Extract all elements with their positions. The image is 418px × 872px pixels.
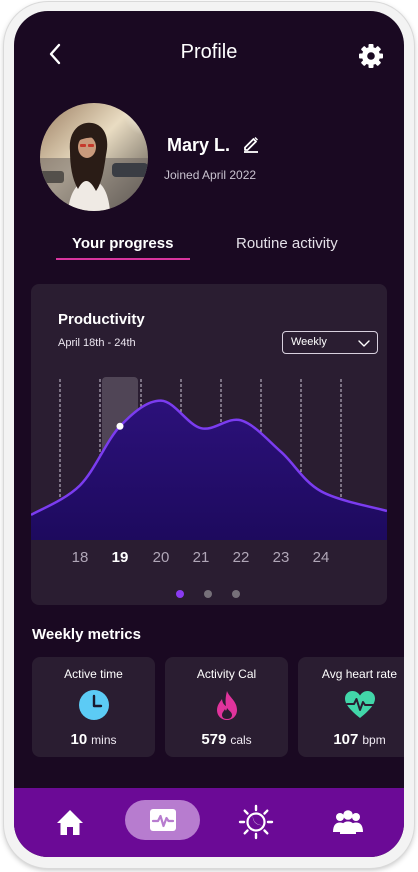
data-point-22 xyxy=(239,418,243,422)
data-point-24 xyxy=(319,489,323,493)
bottom-nav xyxy=(14,788,404,857)
metric-card-avg-heart-rate[interactable]: Avg heart rate 107 bpm xyxy=(298,657,404,757)
metric-number: 107 xyxy=(333,731,359,748)
avatar[interactable] xyxy=(40,103,148,211)
nav-home[interactable] xyxy=(50,802,90,842)
pager-dot-3[interactable] xyxy=(232,590,240,598)
tab-routine-activity[interactable]: Routine activity xyxy=(236,235,338,252)
productivity-chart xyxy=(31,377,387,540)
metric-unit: bpm xyxy=(362,733,386,747)
metric-number: 579 xyxy=(201,731,227,748)
metric-value-avg-heart-rate: 107 bpm xyxy=(298,731,404,748)
user-name: Mary L. xyxy=(167,135,231,155)
data-point-20 xyxy=(159,399,163,403)
activity-icon xyxy=(150,809,176,831)
heart-pulse-icon xyxy=(345,691,375,718)
pager-dot-1[interactable] xyxy=(176,590,184,598)
day-label-20[interactable]: 20 xyxy=(143,549,179,566)
productivity-title: Productivity xyxy=(58,311,145,328)
tab-your-progress[interactable]: Your progress xyxy=(72,235,173,252)
day-label-22[interactable]: 22 xyxy=(223,549,259,566)
metric-unit: mins xyxy=(91,733,117,747)
metric-label: Avg heart rate xyxy=(321,667,398,681)
chevron-down-icon xyxy=(358,340,370,347)
metric-number: 10 xyxy=(70,731,88,748)
page-title: Profile xyxy=(180,41,238,63)
period-dropdown[interactable]: Weekly xyxy=(282,331,378,354)
day-label-23[interactable]: 23 xyxy=(263,549,299,566)
metric-unit: cals xyxy=(230,733,252,747)
avatar-photo xyxy=(40,103,148,211)
pager-dot-2[interactable] xyxy=(204,590,212,598)
joined-date: Joined April 2022 xyxy=(164,168,257,182)
flame-icon xyxy=(217,691,237,720)
nav-community[interactable] xyxy=(328,802,368,842)
metric-card-active-time[interactable]: Active time 10 mins xyxy=(32,657,155,757)
edit-profile-button[interactable] xyxy=(242,135,260,153)
active-tab-indicator xyxy=(56,258,190,260)
metric-card-activity-cal[interactable]: Activity Cal 579 cals xyxy=(165,657,288,757)
period-dropdown-value: Weekly xyxy=(291,336,327,348)
home-icon xyxy=(57,810,83,835)
metric-label: Active time xyxy=(64,667,123,681)
top-bar: Profile xyxy=(14,11,404,97)
selected-point-marker xyxy=(116,422,124,430)
metric-value-activity-cal: 579 cals xyxy=(165,731,288,748)
day-label-21[interactable]: 21 xyxy=(183,549,219,566)
nav-activity[interactable] xyxy=(125,800,200,840)
nav-sleep[interactable] xyxy=(236,802,276,842)
metric-value-active-time: 10 mins xyxy=(32,731,155,748)
productivity-date-range: April 18th - 24th xyxy=(58,337,136,349)
settings-button[interactable] xyxy=(358,43,384,69)
app-screen: Profile Mary L. Joined April 2022 Your p… xyxy=(14,11,404,857)
clock-icon xyxy=(79,690,109,720)
day-label-24[interactable]: 24 xyxy=(303,549,339,566)
productivity-area xyxy=(31,400,387,540)
sun-moon-icon xyxy=(238,804,274,840)
data-point-21 xyxy=(199,426,203,430)
gear-icon xyxy=(359,44,383,68)
metric-label: Activity Cal xyxy=(196,667,257,681)
pencil-icon xyxy=(244,137,258,153)
data-point-18 xyxy=(78,483,82,487)
weekly-metrics-title: Weekly metrics xyxy=(32,626,141,643)
productivity-card: Productivity April 18th - 24th Weekly 18… xyxy=(31,284,387,605)
day-label-18[interactable]: 18 xyxy=(62,549,98,566)
data-point-23 xyxy=(279,450,283,454)
community-icon xyxy=(333,810,363,834)
day-label-19[interactable]: 19 xyxy=(102,549,138,566)
